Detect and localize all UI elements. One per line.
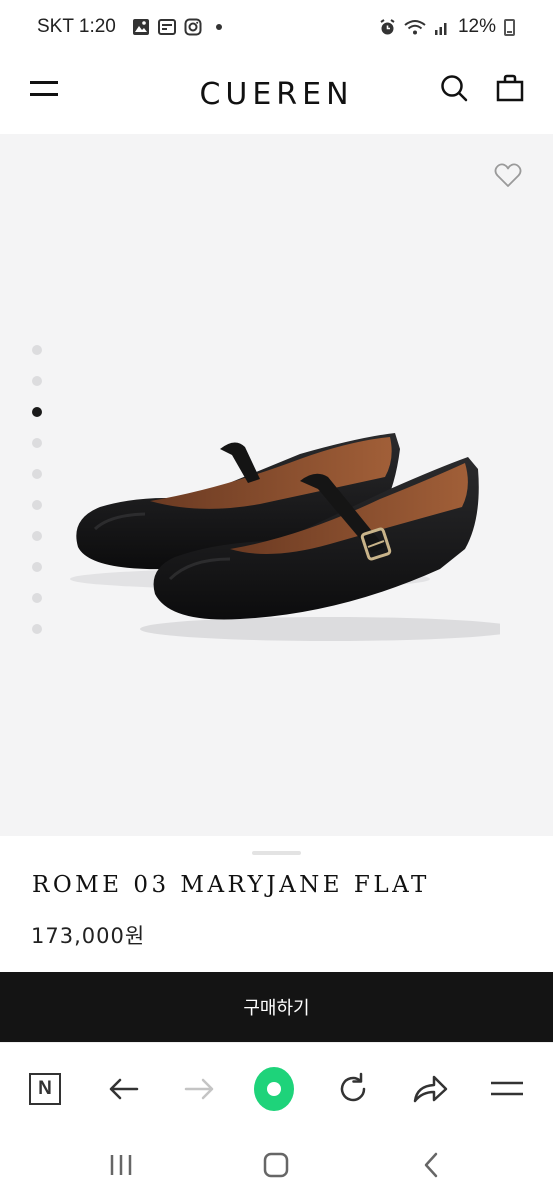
browser-toolbar: N: [0, 1042, 553, 1134]
menu-icon[interactable]: [30, 81, 58, 97]
carousel-dot[interactable]: [32, 531, 42, 541]
green-dot-icon[interactable]: [254, 1067, 294, 1111]
carousel-dot[interactable]: [32, 500, 42, 510]
product-name: ROME 03 MARYJANE FLAT: [32, 872, 430, 898]
search-icon[interactable]: [440, 74, 468, 102]
carousel-dot[interactable]: [32, 376, 42, 386]
share-icon[interactable]: [410, 1067, 450, 1111]
hamburger-icon[interactable]: [487, 1067, 527, 1111]
carrier-time: SKT 1:20: [37, 16, 116, 37]
gallery-icon: [132, 19, 149, 35]
heart-icon[interactable]: [494, 162, 522, 188]
shopping-bag-icon[interactable]: [496, 74, 524, 102]
forward-arrow-icon[interactable]: [180, 1067, 220, 1111]
carousel-dot[interactable]: [32, 345, 42, 355]
carousel-dot[interactable]: [32, 562, 42, 572]
status-bar: SKT 1:20 12%: [0, 0, 553, 54]
status-left: SKT 1:20: [37, 16, 222, 38]
recent-apps-icon[interactable]: [101, 1150, 141, 1180]
status-right: 12%: [379, 16, 515, 38]
wifi-icon: [404, 19, 426, 34]
product-price: 173,000원: [31, 924, 146, 948]
battery-icon: [504, 18, 515, 36]
home-icon[interactable]: [256, 1150, 296, 1180]
n-home-icon[interactable]: N: [25, 1067, 65, 1111]
back-icon[interactable]: [412, 1150, 452, 1180]
news-icon: [157, 19, 176, 35]
product-image-carousel[interactable]: [0, 134, 553, 836]
sheet-drag-handle[interactable]: [252, 851, 301, 855]
notification-dot-icon: [215, 24, 222, 30]
carousel-dot[interactable]: [32, 469, 42, 479]
system-nav-bar: [0, 1134, 553, 1200]
buy-button-label: 구매하기: [243, 998, 310, 1018]
buy-button[interactable]: 구매하기: [0, 972, 553, 1042]
battery-percent: 12%: [457, 16, 496, 37]
n-home-label: N: [29, 1073, 61, 1105]
back-arrow-icon[interactable]: [103, 1067, 143, 1111]
alarm-icon: [380, 18, 395, 34]
product-photo: [70, 433, 500, 641]
instagram-icon: [184, 18, 202, 36]
signal-icon: [434, 22, 447, 35]
site-header: CUEREN: [0, 54, 553, 134]
carousel-dot[interactable]: [32, 438, 42, 448]
carousel-indicator: [32, 345, 42, 634]
refresh-icon[interactable]: [333, 1067, 373, 1111]
brand-logo[interactable]: CUEREN: [199, 77, 353, 112]
carousel-dot-active[interactable]: [32, 407, 42, 417]
carousel-dot[interactable]: [32, 624, 42, 634]
carousel-dot[interactable]: [32, 593, 42, 603]
